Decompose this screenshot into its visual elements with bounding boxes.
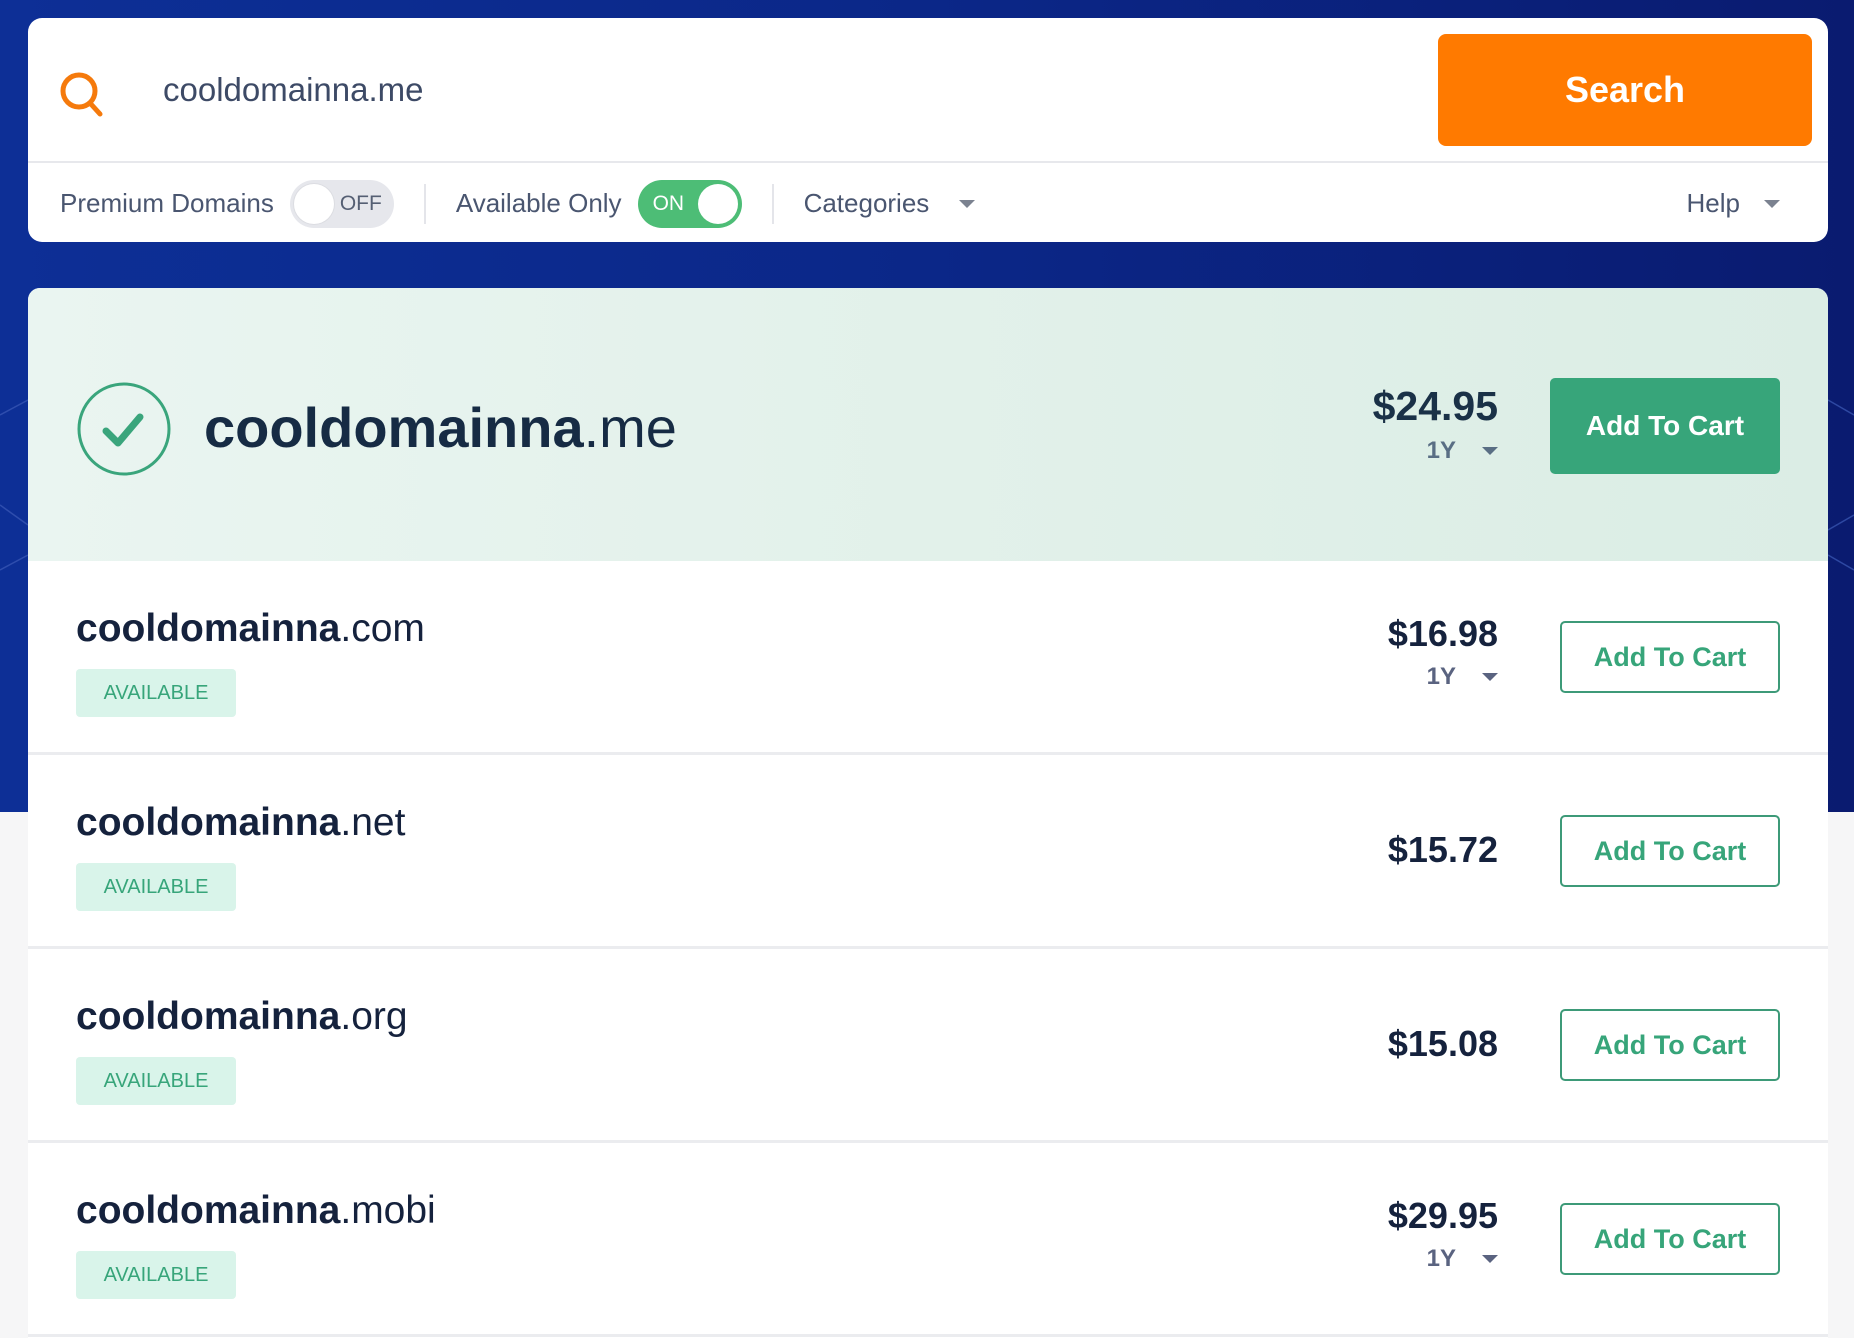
filter-divider [771,183,774,224]
available-only-toggle[interactable]: ON [637,179,742,228]
status-badge: AVAILABLE [76,1057,236,1105]
result-row: cooldomainna.org AVAILABLE $15.08 Add To… [28,949,1828,1143]
price-block: $29.95 1Y [1388,1193,1498,1273]
status-badge: AVAILABLE [76,1251,236,1299]
domain-name: cooldomainna.net [76,793,405,853]
term-selector[interactable]: 1Y [1388,1245,1498,1273]
price-block: $16.98 1Y [1388,611,1498,691]
filter-bar: Premium Domains OFF Available Only ON Ca… [28,165,1828,242]
price: $16.98 [1387,613,1498,654]
price: $24.95 [1372,383,1498,429]
search-icon [60,72,103,117]
domain-sld: cooldomainna [76,607,341,650]
results-panel: cooldomainna.me $24.95 1Y Add To Cart co… [28,288,1828,1338]
domain-tld: .org [340,995,408,1038]
domain-name: cooldomainna.com [76,599,425,659]
premium-domains-toggle[interactable]: OFF [289,179,394,228]
result-row: cooldomainna.com AVAILABLE $16.98 1Y Add… [28,561,1828,755]
add-to-cart-button[interactable]: Add To Cart [1560,621,1780,693]
filter-divider [423,183,426,224]
domain-search-input[interactable] [163,58,1363,122]
domain-sld: cooldomainna [76,995,341,1038]
chevron-down-icon [1482,1255,1498,1263]
search-bar: Search [28,18,1828,163]
chevron-down-icon [959,199,976,208]
term-label: 1Y [1426,1245,1456,1272]
toggle-knob [293,183,334,224]
term-selector[interactable]: 1Y [1388,663,1498,691]
domain-tld: .mobi [340,1189,436,1232]
add-to-cart-button[interactable]: Add To Cart [1560,815,1780,887]
chevron-down-icon [1482,673,1498,681]
available-only-label: Available Only [455,188,622,218]
domain-name: cooldomainna.mobi [76,1181,436,1241]
status-badge: AVAILABLE [76,863,236,911]
featured-price-block: $24.95 1Y [1373,381,1498,465]
help-dropdown[interactable]: Help [1687,165,1780,242]
term-selector[interactable]: 1Y [1373,437,1498,465]
categories-label: Categories [803,188,930,218]
domain-sld: cooldomainna [76,801,341,844]
result-row: cooldomainna.mobi AVAILABLE $29.95 1Y Ad… [28,1143,1828,1337]
search-panel: Search Premium Domains OFF Available Onl… [28,18,1828,242]
featured-result: cooldomainna.me $24.95 1Y Add To Cart [28,288,1828,561]
status-badge: AVAILABLE [76,669,236,717]
featured-domain-name: cooldomainna.me [204,388,677,468]
add-to-cart-button[interactable]: Add To Cart [1550,378,1780,474]
price: $29.95 [1387,1195,1498,1236]
toggle-state-label: OFF [339,191,382,215]
chevron-down-icon [1482,447,1498,455]
toggle-state-label: ON [652,191,685,215]
domain-tld: .com [340,607,425,650]
add-to-cart-button[interactable]: Add To Cart [1560,1203,1780,1275]
check-circle-icon [77,382,171,476]
premium-domains-label: Premium Domains [60,188,274,218]
domain-tld: .me [583,396,677,459]
price: $15.72 [1387,829,1498,870]
domain-name: cooldomainna.org [76,987,408,1047]
price-block: $15.72 [1388,827,1498,873]
result-row: cooldomainna.net AVAILABLE $15.72 Add To… [28,755,1828,949]
domain-sld: cooldomainna [204,396,584,459]
domain-sld: cooldomainna [76,1189,341,1232]
help-label: Help [1686,188,1740,218]
term-label: 1Y [1426,437,1456,464]
price-block: $15.08 [1388,1021,1498,1067]
toggle-knob [697,183,738,224]
search-button[interactable]: Search [1438,34,1812,146]
categories-dropdown[interactable]: Categories [804,188,976,219]
term-label: 1Y [1426,663,1456,690]
add-to-cart-button[interactable]: Add To Cart [1560,1009,1780,1081]
domain-tld: .net [340,801,406,844]
price: $15.08 [1387,1023,1498,1064]
chevron-down-icon [1764,199,1780,208]
